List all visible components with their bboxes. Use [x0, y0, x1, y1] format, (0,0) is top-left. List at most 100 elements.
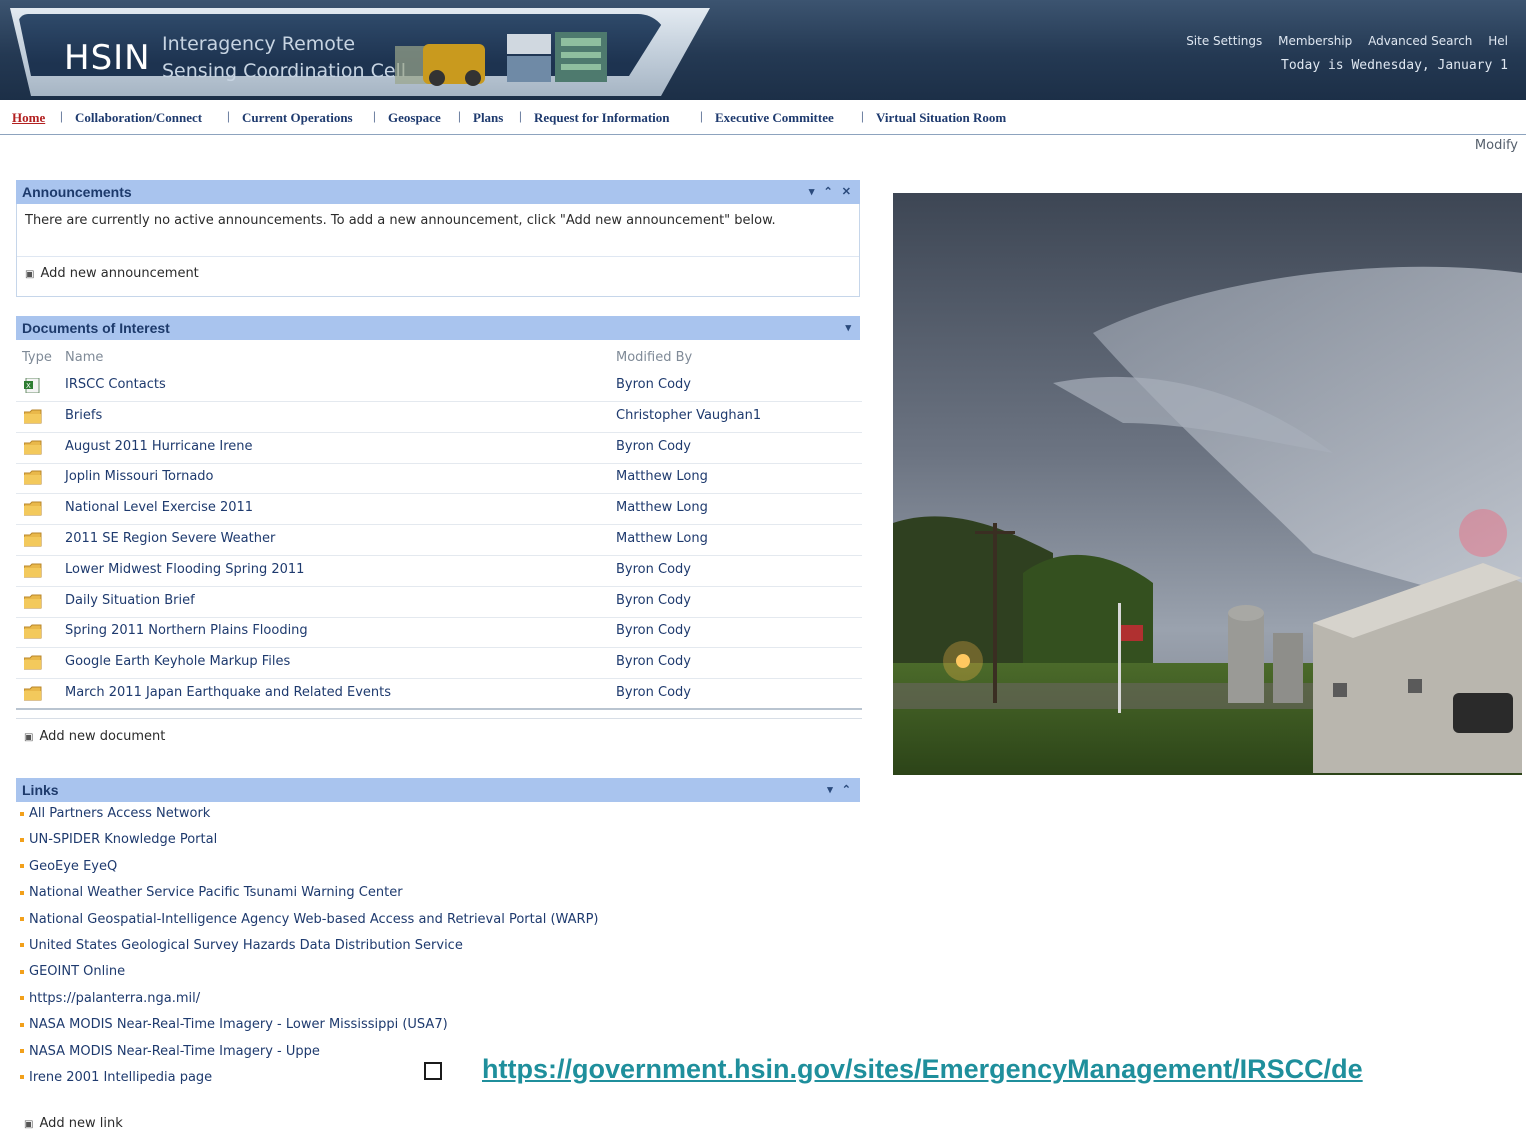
link-item[interactable]: https://palanterra.nga.mil/ — [20, 991, 880, 1017]
link-item[interactable]: GEOINT Online — [20, 964, 880, 990]
document-row[interactable]: Briefs Christopher Vaughan1 — [16, 402, 862, 433]
membership-link[interactable]: Membership — [1278, 34, 1352, 48]
checkbox-bullet-icon — [424, 1062, 442, 1080]
folder-icon — [24, 470, 42, 485]
nav-separator: | — [227, 108, 230, 123]
nav-collaboration[interactable]: Collaboration/Connect — [75, 110, 202, 126]
document-name-link[interactable]: March 2011 Japan Earthquake and Related … — [65, 685, 391, 700]
documents-title: Documents of Interest — [22, 320, 170, 336]
link-item[interactable]: NASA MODIS Near-Real-Time Imagery - Lowe… — [20, 1017, 880, 1043]
square-bullet-icon: ▣ — [24, 1119, 34, 1130]
nav-separator: | — [373, 108, 376, 123]
document-name-link[interactable]: National Level Exercise 2011 — [65, 500, 253, 515]
nav-geospace[interactable]: Geospace — [388, 110, 441, 126]
site-title-line1: Interagency Remote — [162, 33, 356, 55]
link-item[interactable]: United States Geological Survey Hazards … — [20, 938, 880, 964]
modified-by-link[interactable]: Matthew Long — [616, 500, 708, 515]
square-bullet-icon: ▣ — [25, 269, 35, 280]
link-item[interactable]: National Geospatial-Intelligence Agency … — [20, 912, 880, 938]
bullet-icon — [20, 1049, 24, 1054]
webpart-menu-icon[interactable]: ▾ — [839, 316, 854, 340]
document-row[interactable]: National Level Exercise 2011 Matthew Long — [16, 494, 862, 526]
nav-home[interactable]: Home — [12, 110, 45, 126]
modified-by-link[interactable]: Byron Cody — [616, 623, 691, 638]
nav-virtual-situation-room[interactable]: Virtual Situation Room — [876, 110, 1006, 126]
banner-collage-image — [395, 32, 607, 86]
modified-by-link[interactable]: Byron Cody — [616, 654, 691, 669]
document-name-link[interactable]: Briefs — [65, 408, 102, 423]
add-new-document-label: Add new document — [39, 729, 166, 744]
modified-by-link[interactable]: Christopher Vaughan1 — [616, 408, 761, 423]
modified-by-link[interactable]: Byron Cody — [616, 439, 691, 454]
document-name-link[interactable]: 2011 SE Region Severe Weather — [65, 531, 275, 546]
site-settings-link[interactable]: Site Settings — [1186, 34, 1262, 48]
bullet-icon — [20, 890, 24, 895]
document-row[interactable]: Google Earth Keyhole Markup Files Byron C… — [16, 648, 862, 680]
folder-icon — [24, 501, 42, 516]
document-name-link[interactable]: Google Earth Keyhole Markup Files — [65, 654, 290, 669]
folder-icon — [24, 624, 42, 639]
nav-separator: | — [861, 108, 864, 123]
modified-by-link[interactable]: Matthew Long — [616, 531, 708, 546]
bullet-icon — [20, 1075, 24, 1080]
modified-by-link[interactable]: Byron Cody — [616, 593, 691, 608]
help-link[interactable]: Hel — [1488, 34, 1508, 48]
webpart-menu-icons[interactable]: ▾ ⌃ — [821, 778, 854, 802]
document-row[interactable]: X IRSCC Contacts Byron Cody — [16, 371, 862, 402]
nav-request-for-information[interactable]: Request for Information — [534, 110, 670, 126]
folder-icon — [24, 686, 42, 701]
document-row[interactable]: August 2011 Hurricane Irene Byron Cody — [16, 433, 862, 464]
divider — [16, 708, 862, 710]
document-name-link[interactable]: IRSCC Contacts — [65, 377, 166, 392]
add-new-document-link[interactable]: ▣ Add new document — [24, 729, 165, 744]
bullet-icon — [20, 969, 24, 974]
document-row[interactable]: Joplin Missouri Tornado Matthew Long — [16, 463, 862, 495]
documents-header: Documents of Interest ▾ — [16, 316, 860, 340]
nav-plans[interactable]: Plans — [473, 110, 503, 126]
top-utility-links: Site Settings Membership Advanced Search… — [1174, 34, 1508, 48]
link-item[interactable]: UN-SPIDER Knowledge Portal — [20, 832, 880, 858]
announcements-header: Announcements ▾ ⌃ ✕ — [16, 180, 860, 204]
nav-executive-committee[interactable]: Executive Committee — [715, 110, 834, 126]
site-title-line2: Sensing Coordination Cell — [162, 60, 407, 82]
document-name-link[interactable]: August 2011 Hurricane Irene — [65, 439, 253, 454]
announcements-empty-message: There are currently no active announceme… — [25, 213, 776, 228]
column-header-name[interactable]: Name — [65, 350, 103, 365]
advanced-search-link[interactable]: Advanced Search — [1368, 34, 1472, 48]
document-row[interactable]: Daily Situation Brief Byron Cody — [16, 587, 862, 618]
document-row[interactable]: Lower Midwest Flooding Spring 2011 Byron … — [16, 556, 862, 587]
supercell-storm-photo — [893, 193, 1522, 775]
nav-current-operations[interactable]: Current Operations — [242, 110, 353, 126]
modified-by-link[interactable]: Byron Cody — [616, 562, 691, 577]
webpart-menu-icons[interactable]: ▾ ⌃ ✕ — [803, 180, 854, 204]
document-row[interactable]: March 2011 Japan Earthquake and Related … — [16, 679, 862, 710]
top-navigation: Home | Collaboration/Connect | Current O… — [0, 100, 1526, 135]
callout-url-link[interactable]: https://government.hsin.gov/sites/Emerge… — [482, 1054, 1363, 1085]
link-item[interactable]: GeoEye EyeQ — [20, 859, 880, 885]
column-header-modified-by[interactable]: Modified By — [616, 350, 692, 365]
modified-by-link[interactable]: Matthew Long — [616, 469, 708, 484]
document-name-link[interactable]: Spring 2011 Northern Plains Flooding — [65, 623, 308, 638]
current-date: Today is Wednesday, January 1 — [1281, 58, 1508, 73]
folder-icon — [24, 409, 42, 424]
nav-separator: | — [60, 108, 63, 123]
add-new-link-link[interactable]: ▣ Add new link — [24, 1116, 123, 1131]
add-new-announcement-link[interactable]: ▣ Add new announcement — [25, 266, 199, 281]
folder-icon — [24, 440, 42, 455]
document-row[interactable]: 2011 SE Region Severe Weather Matthew Lon… — [16, 525, 862, 556]
hsin-logo[interactable]: HSIN — [64, 38, 151, 78]
document-name-link[interactable]: Daily Situation Brief — [65, 593, 195, 608]
modify-page-link[interactable]: Modify — [1475, 138, 1518, 153]
link-label: All Partners Access Network — [29, 806, 211, 821]
column-header-type[interactable]: Type — [22, 350, 52, 365]
document-name-link[interactable]: Joplin Missouri Tornado — [65, 469, 214, 484]
document-name-link[interactable]: Lower Midwest Flooding Spring 2011 — [65, 562, 304, 577]
document-row[interactable]: Spring 2011 Northern Plains Flooding Byro… — [16, 617, 862, 649]
nav-separator: | — [458, 108, 461, 123]
link-item[interactable]: All Partners Access Network — [20, 806, 880, 832]
modified-by-link[interactable]: Byron Cody — [616, 377, 691, 392]
modified-by-link[interactable]: Byron Cody — [616, 685, 691, 700]
square-bullet-icon: ▣ — [24, 732, 34, 743]
link-item[interactable]: National Weather Service Pacific Tsunami… — [20, 885, 880, 911]
links-header: Links ▾ ⌃ — [16, 778, 860, 802]
